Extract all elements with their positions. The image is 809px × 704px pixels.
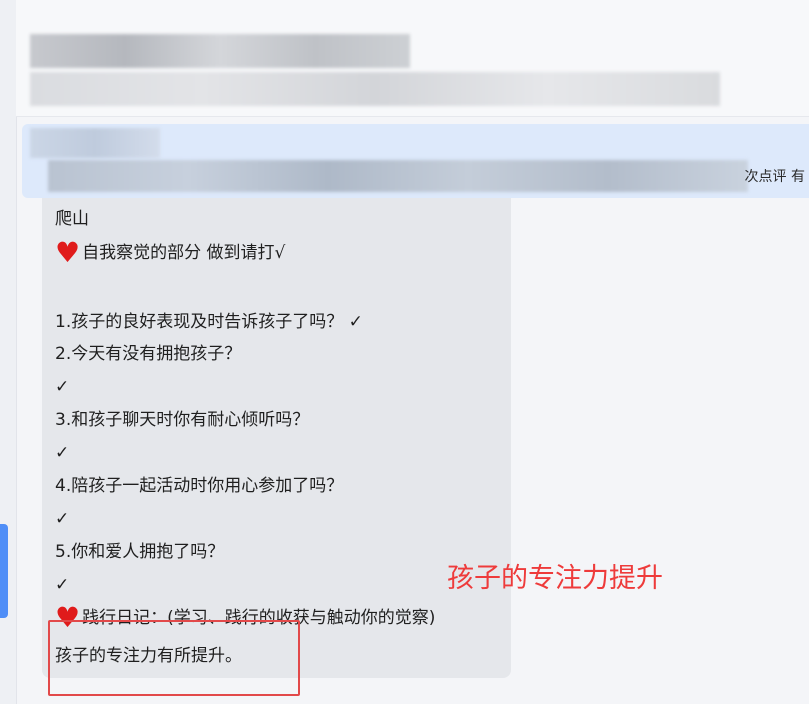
blurred-title — [30, 34, 410, 68]
chat-header-blurred — [16, 0, 809, 117]
message-line-11: ✓ — [55, 575, 70, 595]
message-line-0: 爬山 — [55, 209, 89, 229]
blurred-banner-name — [30, 128, 160, 158]
message-line-10: 5.你和爱人拥抱了吗？ — [55, 542, 225, 562]
message-line-8: 4.陪孩子一起活动时你用心参加了吗？ — [55, 476, 344, 496]
message-line-5: ✓ — [55, 377, 70, 397]
message-bubble[interactable] — [42, 198, 511, 678]
quoted-message-banner[interactable] — [22, 124, 809, 198]
annotation-highlight-box — [48, 620, 300, 696]
message-line-4: 2.今天有没有拥抱孩子？ — [55, 344, 242, 364]
blurred-subtitle — [30, 72, 720, 106]
heart-icon: ♥ — [55, 236, 81, 269]
message-line-1: ♥ 自我察觉的部分 做到请打√ — [55, 236, 286, 269]
message-line-6: 3.和孩子聊天时你有耐心倾听吗？ — [55, 410, 310, 430]
message-line-1-text: 自我察觉的部分 做到请打√ — [82, 243, 286, 263]
message-line-9: ✓ — [55, 509, 70, 529]
banner-tail-text: 次点评 有 — [744, 169, 805, 185]
annotation-label: 孩子的专注力提升 — [447, 563, 663, 594]
message-line-3: 1.孩子的良好表现及时告诉孩子了吗？ ✓ — [55, 312, 363, 332]
left-rail — [0, 0, 17, 704]
active-item-indicator[interactable] — [0, 524, 8, 618]
message-line-7: ✓ — [55, 443, 70, 463]
blurred-banner-text — [48, 160, 748, 192]
